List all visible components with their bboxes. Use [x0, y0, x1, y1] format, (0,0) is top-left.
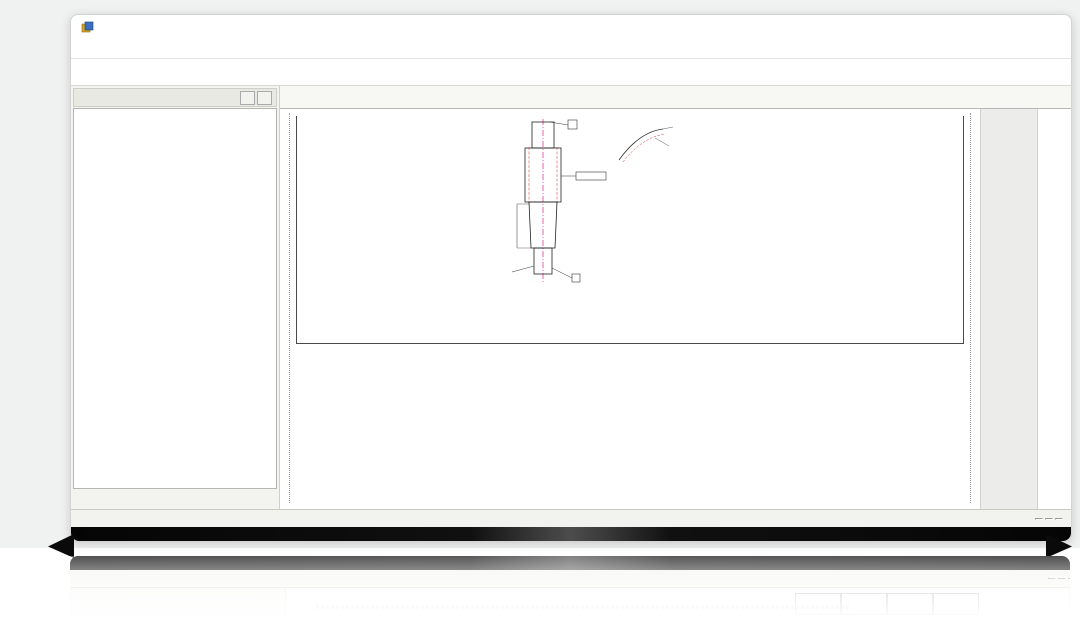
document-area	[280, 109, 1071, 509]
scroll-lock-indicator	[1055, 518, 1063, 520]
card-bottom-zone	[296, 297, 964, 344]
panel-pin-icon[interactable]	[240, 91, 255, 105]
document-pane	[280, 86, 1071, 509]
process-notes	[297, 116, 476, 121]
gear-parameter-column	[611, 116, 711, 171]
card-manager-panel	[71, 86, 280, 509]
page-margin-line	[970, 113, 971, 503]
card-tree	[73, 108, 277, 489]
status-bar	[71, 509, 1071, 527]
signature-table	[711, 297, 901, 343]
app-window	[70, 14, 1072, 542]
content	[71, 86, 1071, 509]
panel-header	[73, 88, 277, 107]
app-icon	[81, 21, 94, 34]
shaft-drawing	[476, 116, 611, 297]
panel-close-icon[interactable]	[257, 91, 272, 105]
window-reflection	[70, 556, 1070, 620]
page-margin-line	[289, 113, 290, 503]
title-bar	[71, 15, 1071, 39]
card-middle-zone	[296, 116, 964, 297]
vertical-scrollbar[interactable]	[980, 109, 1038, 509]
num-lock-indicator	[1045, 518, 1053, 520]
bottom-band	[71, 527, 1071, 541]
toolbar	[71, 59, 1071, 86]
panel-tabs	[71, 489, 279, 509]
process-card-page	[296, 116, 964, 344]
caps-lock-indicator	[1035, 518, 1043, 520]
remark-block	[297, 297, 711, 343]
chamfer-detail-drawing	[611, 122, 711, 164]
document-tabs	[280, 86, 1071, 109]
menu-bar	[71, 39, 1071, 59]
